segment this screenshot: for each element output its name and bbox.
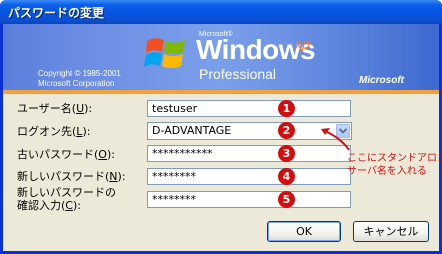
banner-stripe bbox=[3, 90, 439, 94]
confirm-password-label: 新しいパスワードの 確認入力(C): bbox=[17, 186, 116, 212]
copyright-line-2: Microsoft Corporation bbox=[38, 79, 115, 88]
title-bar[interactable]: パスワードの変更 bbox=[0, 0, 442, 24]
window-title: パスワードの変更 bbox=[8, 6, 105, 20]
cancel-button[interactable]: キャンセル bbox=[353, 221, 429, 242]
annotation-line-1: ここにスタンドアロン bbox=[347, 153, 442, 164]
professional-wordmark: Professional bbox=[199, 66, 277, 82]
logon-to-label: ログオン先(L): bbox=[17, 125, 91, 138]
copyright-line-1: Copyright © 1985-2001 bbox=[38, 69, 121, 78]
microsoft-logo: Microsoft bbox=[359, 75, 404, 86]
confirm-password-input[interactable]: ******** bbox=[147, 191, 351, 208]
username-label: ユーザー名(U): bbox=[17, 102, 93, 115]
annotation-arrow-icon bbox=[321, 128, 350, 151]
marker-3: 3 bbox=[278, 145, 295, 162]
logon-to-value: D-ADVANTAGE bbox=[152, 124, 232, 137]
windows-flag-icon bbox=[144, 38, 185, 68]
windows-xp-banner: Copyright © 1985-2001 Microsoft Corporat… bbox=[3, 24, 439, 94]
xp-wordmark: xp bbox=[295, 36, 310, 52]
username-input[interactable]: testuser bbox=[147, 100, 351, 117]
marker-5: 5 bbox=[278, 191, 295, 208]
ok-button[interactable]: OK bbox=[267, 221, 341, 242]
new-password-label: 新しいパスワード(N): bbox=[17, 170, 126, 183]
annotation-line-2: サーバ名を入れる bbox=[347, 166, 427, 177]
annotation-note: ここにスタンドアロン サーバ名を入れる bbox=[347, 152, 442, 178]
copyright-text: Copyright © 1985-2001 Microsoft Corporat… bbox=[38, 69, 121, 89]
marker-1: 1 bbox=[278, 100, 295, 117]
old-password-label: 古いパスワード(O): bbox=[17, 148, 115, 161]
new-password-input[interactable]: ******** bbox=[147, 168, 351, 185]
marker-4: 4 bbox=[278, 168, 295, 185]
marker-2: 2 bbox=[278, 122, 295, 139]
change-password-dialog: パスワードの変更 Copyright © 1985-2001 Microsoft… bbox=[0, 0, 442, 254]
